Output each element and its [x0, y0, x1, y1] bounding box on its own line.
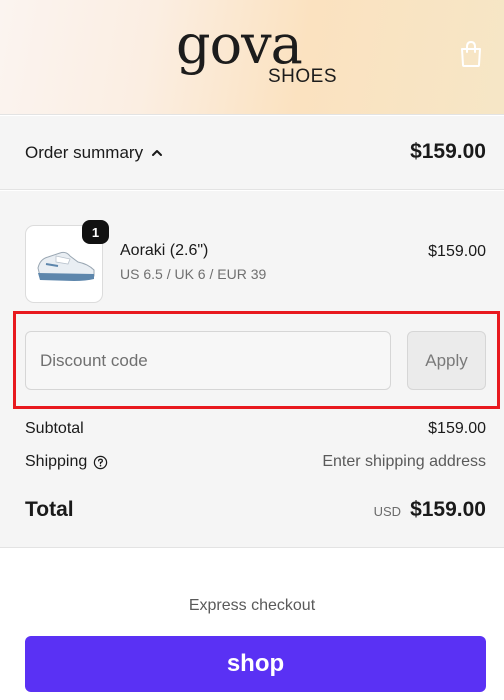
store-header: gova SHOES — [0, 0, 504, 115]
brand-subtitle: SHOES — [268, 66, 338, 87]
order-summary-bar: Order summary $159.00 — [0, 116, 504, 190]
shipping-value: Enter shipping address — [322, 453, 486, 470]
product-name: Aoraki (2.6") — [120, 242, 209, 259]
total-amount: $159.00 — [410, 498, 486, 521]
total-amount-group: USD $159.00 — [374, 498, 486, 522]
product-price: $159.00 — [428, 243, 486, 260]
total-label: Total — [25, 498, 74, 521]
chevron-up-icon — [152, 150, 163, 156]
shipping-label: Shipping — [25, 453, 88, 470]
express-checkout-label: Express checkout — [188, 597, 316, 614]
product-variant: US 6.5 / UK 6 / EUR 39 — [120, 266, 267, 282]
discount-code-input[interactable] — [25, 331, 391, 390]
order-summary-label: Order summary — [25, 143, 144, 162]
currency-code: USD — [373, 504, 402, 519]
order-summary-total: $159.00 — [410, 140, 486, 163]
apply-discount-button[interactable]: Apply — [407, 331, 486, 390]
subtotal-label: Subtotal — [25, 420, 84, 437]
order-summary-panel: 1 Aoraki (2.6") US 6.5 / UK 6 / EUR 39 $… — [0, 191, 504, 548]
order-summary-toggle[interactable]: Order summary — [25, 143, 163, 163]
shipping-row-label: Shipping — [25, 453, 108, 471]
quantity-badge: 1 — [82, 220, 109, 244]
brand-logo[interactable]: gova SHOES — [170, 10, 340, 90]
shopping-bag-icon[interactable] — [458, 40, 484, 68]
shop-pay-button[interactable]: shop — [25, 636, 486, 692]
help-circle-icon[interactable] — [93, 455, 108, 470]
subtotal-value: $159.00 — [428, 420, 486, 437]
